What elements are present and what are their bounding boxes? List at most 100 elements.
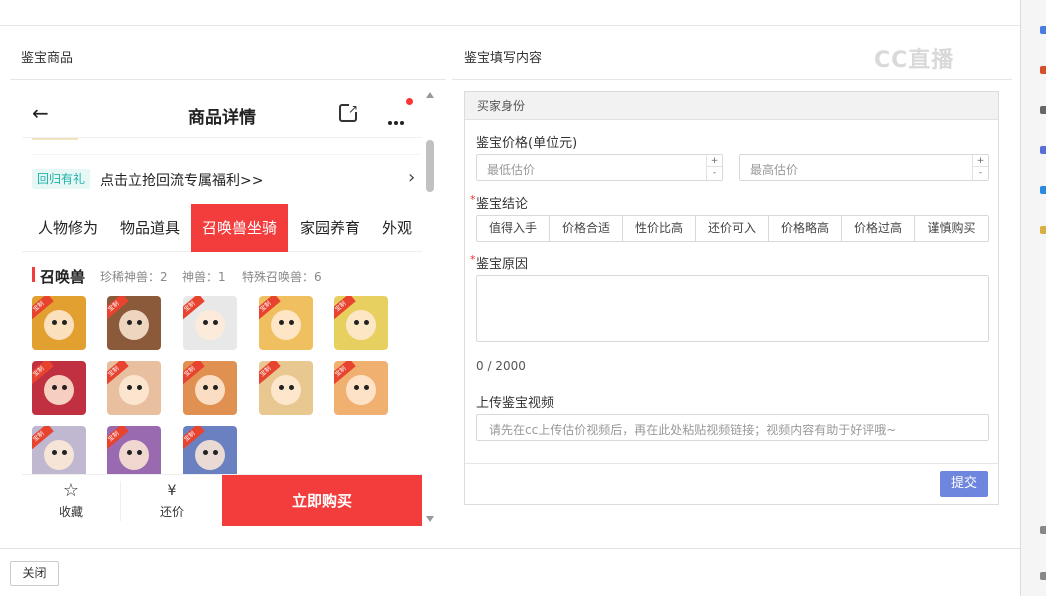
product-header-title: 商品详情 [188, 108, 256, 128]
conclusion-option[interactable]: 性价比高 [623, 216, 696, 241]
scroll-up-arrow-icon[interactable] [426, 92, 434, 98]
notification-dot [406, 98, 413, 105]
bargain-button[interactable]: ¥ 还价 [142, 475, 202, 526]
video-url-input[interactable]: 请先在cc上传估价视频后，再在此处粘贴视频链接；视频内容有助于好评哦~ [476, 414, 989, 441]
pet-eye [354, 385, 359, 390]
price-label: 鉴宝价格(单位元) [476, 136, 578, 151]
pet-avatar[interactable]: 宝制 [32, 426, 86, 480]
side-icon[interactable] [1040, 186, 1046, 194]
preview-scrollbar[interactable] [424, 92, 436, 522]
pet-avatar[interactable]: 宝制 [107, 426, 161, 480]
pet-avatar[interactable]: 宝制 [334, 361, 388, 415]
conclusion-label: * 鉴宝结论 [470, 193, 528, 212]
tab-home[interactable]: 家园养育 [290, 204, 370, 252]
pet-avatar[interactable]: 宝制 [259, 361, 313, 415]
pet-avatar[interactable]: 宝制 [183, 426, 237, 480]
conclusion-option[interactable]: 价格略高 [769, 216, 842, 241]
side-icon[interactable] [1040, 526, 1046, 534]
favorite-button[interactable]: ☆ 收藏 [40, 475, 102, 526]
min-price-stepper[interactable]: + - [706, 155, 722, 180]
pet-eye [127, 320, 132, 325]
close-button[interactable]: 关闭 [10, 561, 59, 586]
tab-items[interactable]: 物品道具 [110, 204, 190, 252]
star-icon: ☆ [62, 480, 80, 501]
pet-eye [127, 385, 132, 390]
right-panel-title: 鉴宝填写内容 [464, 51, 543, 66]
pet-avatar[interactable]: 宝制 [107, 296, 161, 350]
pet-face [346, 375, 376, 405]
pet-eye [52, 320, 57, 325]
pet-eye [289, 385, 294, 390]
pet-eye [213, 320, 218, 325]
reason-textarea[interactable] [476, 275, 989, 342]
conclusion-options: 值得入手 价格合适 性价比高 还价可入 价格略高 价格过高 谨慎购买 [476, 215, 989, 242]
appraisal-form: 买家身份 鉴宝价格(单位元) 最低估价 + - 最高估价 + - * 鉴宝结论 值得入… [464, 91, 999, 505]
tab-appearance[interactable]: 外观 [374, 204, 420, 252]
promo-banner[interactable]: 回归有礼 点击立抢回流专属福利>> › [32, 154, 420, 200]
pet-eye [62, 385, 67, 390]
pet-eye [137, 320, 142, 325]
max-price-stepper[interactable]: + - [972, 155, 988, 180]
conclusion-option[interactable]: 谨慎购买 [915, 216, 988, 241]
pet-face [44, 375, 74, 405]
conclusion-option[interactable]: 值得入手 [477, 216, 550, 241]
pet-eye [213, 385, 218, 390]
side-icon[interactable] [1040, 146, 1046, 154]
pet-avatar[interactable]: 宝制 [183, 361, 237, 415]
scroll-thumb[interactable] [426, 140, 434, 192]
side-icon[interactable] [1040, 26, 1046, 34]
pet-avatar[interactable]: 宝制 [32, 296, 86, 350]
side-icon[interactable] [1040, 106, 1046, 114]
max-price-input[interactable]: 最高估价 + - [739, 154, 989, 181]
form-section-header: 买家身份 [465, 92, 998, 120]
pet-eye [62, 320, 67, 325]
watermark-logo: CC直播 [874, 48, 955, 73]
conclusion-option[interactable]: 还价可入 [696, 216, 769, 241]
pet-avatar[interactable]: 宝制 [259, 296, 313, 350]
pet-eye [137, 450, 142, 455]
pet-eye [279, 385, 284, 390]
left-panel-title: 鉴宝商品 [21, 51, 74, 66]
more-icon[interactable] [388, 110, 408, 125]
scroll-down-arrow-icon[interactable] [426, 516, 434, 522]
pet-avatar[interactable]: 宝制 [334, 296, 388, 350]
submit-button[interactable]: 提交 [940, 471, 988, 497]
pet-eye [364, 320, 369, 325]
tab-character[interactable]: 人物修为 [28, 204, 108, 252]
conclusion-option[interactable]: 价格合适 [550, 216, 623, 241]
required-mark: * [470, 193, 476, 206]
pet-eye [203, 450, 208, 455]
min-price-input[interactable]: 最低估价 + - [476, 154, 723, 181]
favorite-label: 收藏 [58, 505, 83, 519]
promo-tag: 回归有礼 [32, 169, 91, 189]
right-title-divider [452, 79, 1012, 80]
side-icon[interactable] [1040, 226, 1046, 234]
pet-face [119, 310, 149, 340]
pet-eye [203, 385, 208, 390]
tab-pets-mounts[interactable]: 召唤兽坐骑 [191, 204, 288, 252]
buy-now-button[interactable]: 立即购买 [222, 475, 422, 526]
pet-avatar[interactable]: 宝制 [183, 296, 237, 350]
pet-face [271, 310, 301, 340]
pet-avatar[interactable]: 宝制 [32, 361, 86, 415]
dialog-top-bar [0, 0, 1020, 26]
pet-avatar[interactable]: 宝制 [107, 361, 161, 415]
pet-eye [52, 385, 57, 390]
header-accent [32, 138, 78, 140]
side-icon[interactable] [1040, 572, 1046, 580]
pet-face [195, 440, 225, 470]
pet-face [271, 375, 301, 405]
conclusion-option[interactable]: 价格过高 [842, 216, 915, 241]
pet-eye [52, 450, 57, 455]
share-arrow-icon: ↗ [348, 102, 359, 116]
side-icon[interactable] [1040, 66, 1046, 74]
pet-eye [364, 385, 369, 390]
promo-text: 点击立抢回流专属福利>> [100, 173, 264, 189]
stat-rare-beast: 珍稀神兽：2 [100, 270, 168, 284]
required-mark: * [470, 253, 476, 266]
pet-eye [354, 320, 359, 325]
pet-eye [137, 385, 142, 390]
pet-face [346, 310, 376, 340]
pet-eye [62, 450, 67, 455]
coin-icon: ¥ [167, 483, 177, 499]
